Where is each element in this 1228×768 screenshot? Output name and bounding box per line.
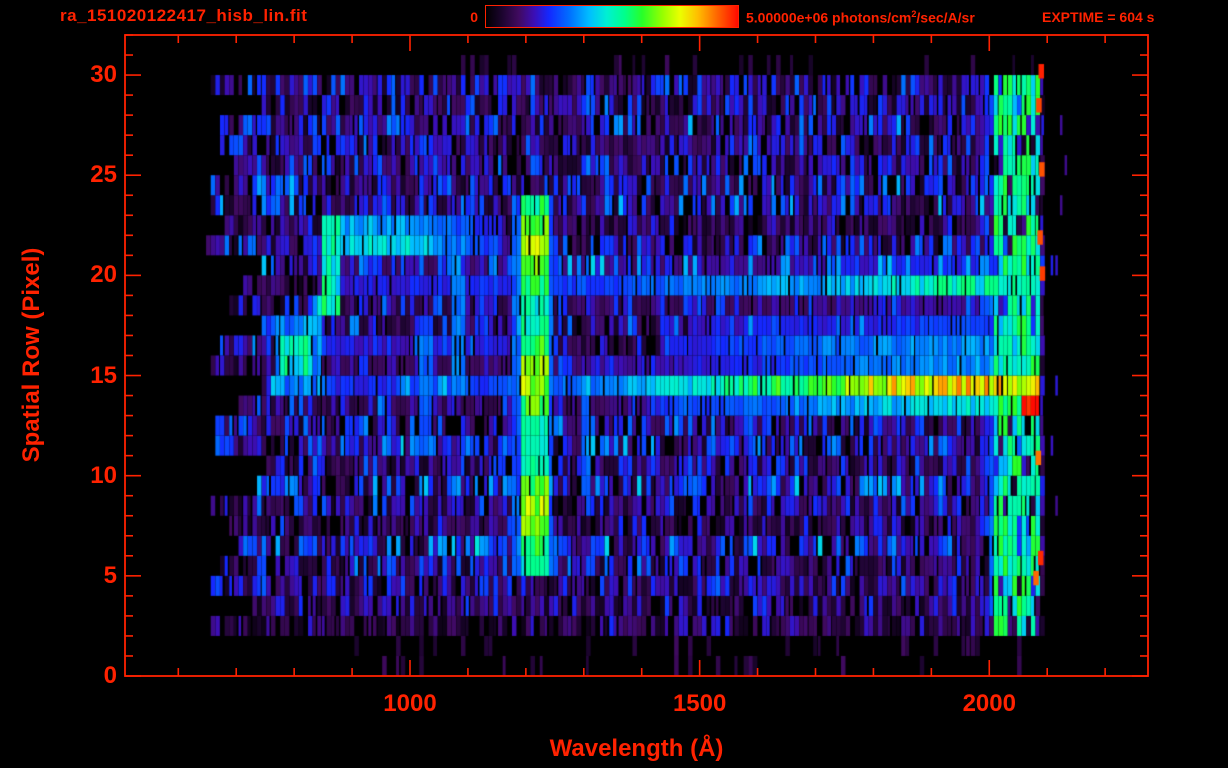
y-axis-title: Spatial Row (Pixel) xyxy=(18,247,45,463)
y-tick-label: 30 xyxy=(90,61,117,89)
y-tick-label: 25 xyxy=(90,161,117,189)
x-tick-label: 2000 xyxy=(962,690,1016,717)
y-tick-label: 10 xyxy=(90,461,117,489)
x-tick-label: 1000 xyxy=(383,690,437,717)
x-axis-title: Wavelength (Å) xyxy=(549,735,724,762)
y-tick-label: 0 xyxy=(103,662,117,689)
y-tick-label: 20 xyxy=(90,261,117,289)
y-tick-label: 5 xyxy=(103,561,117,589)
plot-window: ra_151020122417_hisb_lin.fit 0 5.00000e+… xyxy=(0,0,1228,768)
y-tick-label: 15 xyxy=(90,361,117,389)
x-tick-label: 1500 xyxy=(672,690,727,717)
axes xyxy=(124,34,1149,677)
